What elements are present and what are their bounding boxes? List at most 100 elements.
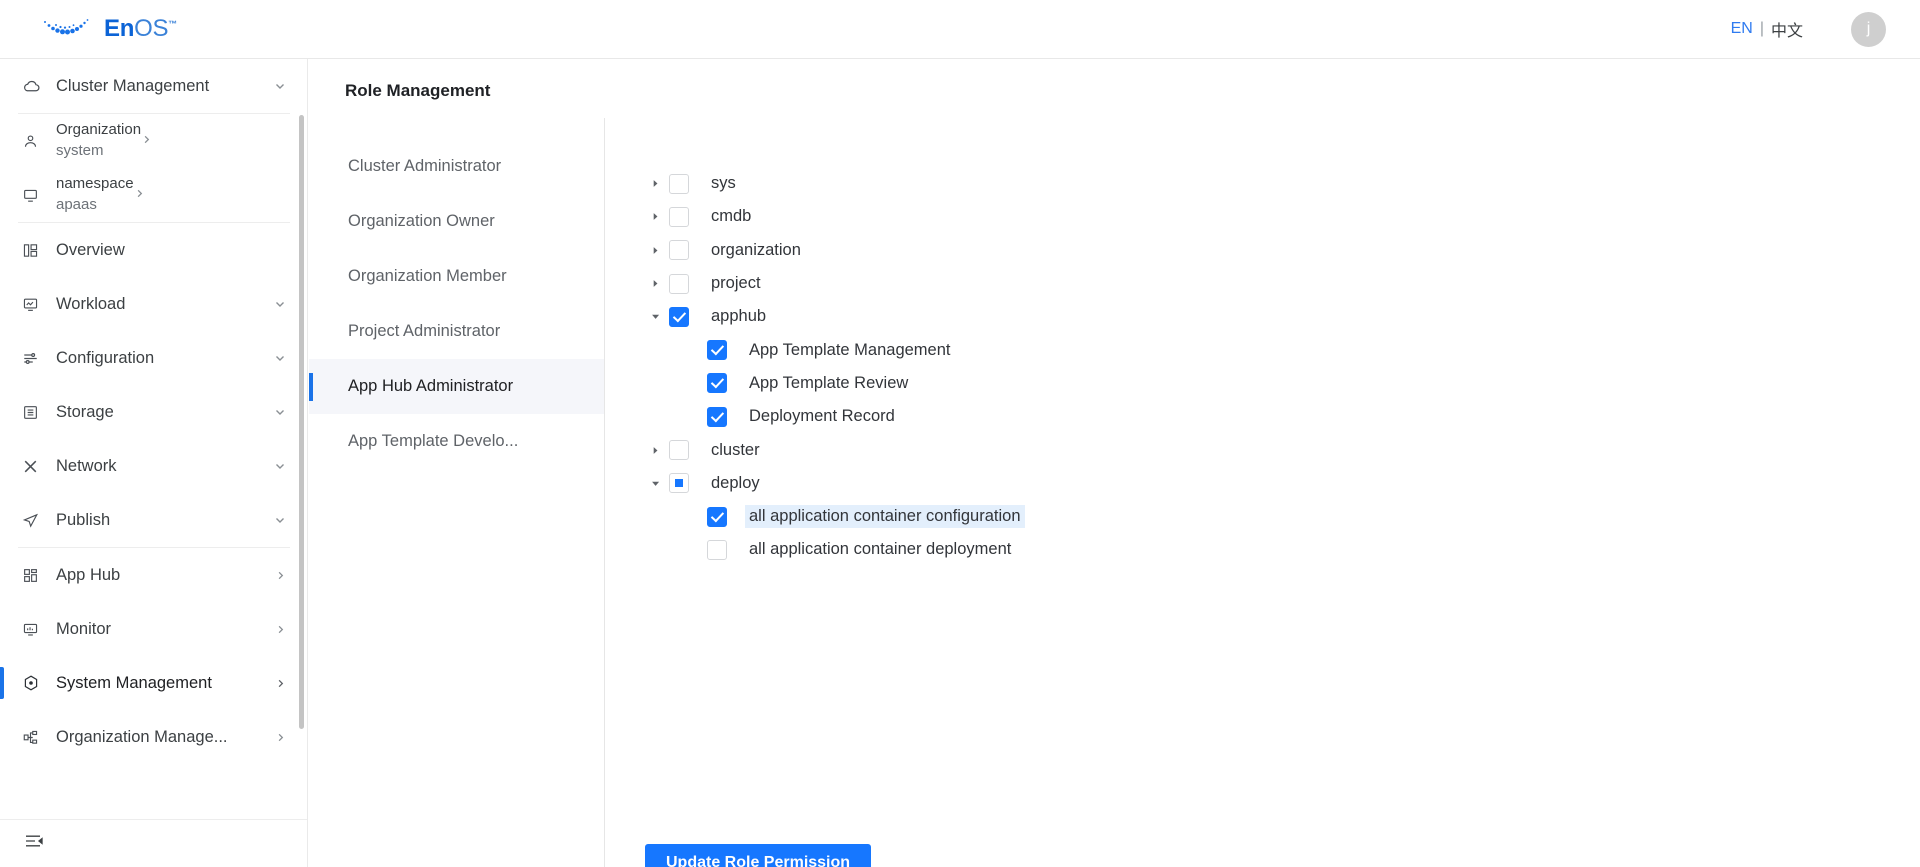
sidebar-item-publish[interactable]: Publish: [0, 493, 307, 547]
chevron-right-icon[interactable]: [645, 179, 665, 188]
sidebar-item-label: System Management: [56, 673, 212, 692]
chevron-right-icon[interactable]: [645, 212, 665, 221]
tree-node-cluster[interactable]: cluster: [645, 433, 1545, 466]
selected-indicator: [309, 373, 313, 401]
role-list-panel: Cluster Administrator Organization Owner…: [309, 118, 605, 867]
tree-checkbox-deploy[interactable]: [669, 473, 689, 494]
chevron-right-icon[interactable]: [645, 246, 665, 255]
role-item-project-administrator[interactable]: Project Administrator: [309, 304, 604, 359]
dashboard-icon: [22, 240, 48, 260]
tree-node-deploy[interactable]: deploy: [645, 467, 1545, 500]
brand-tm: ™: [168, 19, 177, 29]
chevron-down-icon[interactable]: [274, 514, 286, 526]
chevron-right-icon[interactable]: [134, 186, 145, 204]
sidebar-item-organization-management[interactable]: Organization Manage...: [0, 710, 307, 764]
tree-checkbox-app-template-review[interactable]: [707, 373, 727, 394]
monitor-chart-icon: [22, 619, 48, 639]
lang-en-link[interactable]: EN: [1731, 20, 1753, 38]
role-item-label: Project Administrator: [348, 322, 501, 340]
tree-node-label: project: [711, 274, 761, 293]
sidebar-item-network[interactable]: Network: [0, 439, 307, 493]
network-icon: [22, 456, 48, 476]
role-item-cluster-administrator[interactable]: Cluster Administrator: [309, 139, 604, 194]
lang-zh-link[interactable]: 中文: [1771, 17, 1803, 41]
cloud-icon: [22, 76, 48, 96]
top-bar-right: EN | 中文 j: [1731, 11, 1886, 47]
chevron-right-icon[interactable]: [275, 732, 286, 743]
tree-node-label: sys: [711, 174, 736, 193]
tree-node-all-application-container-deployment[interactable]: all application container deployment: [645, 533, 1545, 566]
tree-node-label: organization: [711, 240, 801, 259]
tree-node-apphub[interactable]: apphub: [645, 300, 1545, 333]
chevron-down-icon[interactable]: [274, 460, 286, 472]
tree-node-organization[interactable]: organization: [645, 234, 1545, 267]
enos-swoosh-icon: [44, 19, 89, 35]
role-item-label: Organization Member: [348, 267, 507, 285]
sidebar-organization-stack: Organization system: [56, 120, 141, 161]
chevron-down-icon[interactable]: [645, 312, 665, 321]
sidebar-collapse-bar[interactable]: [0, 819, 307, 867]
role-item-app-template-developer[interactable]: App Template Develo...: [309, 414, 604, 469]
chevron-right-icon[interactable]: [275, 678, 286, 689]
chevron-right-icon[interactable]: [141, 132, 152, 150]
brand-logo[interactable]: EnOS™: [40, 16, 177, 42]
role-item-label: App Template Develo...: [348, 432, 519, 450]
sidebar-header-cluster-management[interactable]: Cluster Management: [0, 59, 307, 113]
chevron-right-icon[interactable]: [275, 570, 286, 581]
tree-checkbox-project[interactable]: [669, 273, 689, 294]
tree-checkbox-cluster[interactable]: [669, 440, 689, 461]
sidebar-item-system-management[interactable]: System Management: [0, 656, 307, 710]
brand-en: En: [104, 15, 135, 42]
role-item-app-hub-administrator[interactable]: App Hub Administrator: [309, 359, 604, 414]
tree-node-label: App Template Review: [749, 373, 909, 392]
tree-checkbox-app-template-management[interactable]: [707, 340, 727, 361]
tree-node-cmdb[interactable]: cmdb: [645, 200, 1545, 233]
sidebar-scrollbar[interactable]: [299, 115, 304, 729]
tree-checkbox-all-application-container-configuration[interactable]: [707, 506, 727, 527]
tree-node-sys[interactable]: sys: [645, 167, 1545, 200]
chevron-down-icon[interactable]: [274, 352, 286, 364]
sidebar-item-workload[interactable]: Workload: [0, 277, 307, 331]
sidebar-item-namespace[interactable]: namespace apaas: [0, 168, 307, 222]
chevron-down-icon[interactable]: [274, 298, 286, 310]
tree-node-project[interactable]: project: [645, 267, 1545, 300]
active-indicator: [0, 667, 4, 699]
role-item-organization-member[interactable]: Organization Member: [309, 249, 604, 304]
tree-node-label: apphub: [711, 307, 767, 326]
sidebar-item-monitor[interactable]: Monitor: [0, 602, 307, 656]
tree-checkbox-all-application-container-deployment[interactable]: [707, 539, 727, 560]
avatar[interactable]: j: [1851, 11, 1886, 47]
chevron-down-icon[interactable]: [274, 406, 286, 418]
role-item-organization-owner[interactable]: Organization Owner: [309, 194, 604, 249]
sidebar-organization-title: Organization: [56, 121, 142, 139]
chevron-right-icon[interactable]: [275, 624, 286, 635]
language-switcher[interactable]: EN | 中文: [1731, 17, 1803, 41]
tree-node-app-template-management[interactable]: App Template Management: [645, 333, 1545, 366]
tree-checkbox-sys[interactable]: [669, 173, 689, 194]
chevron-right-icon[interactable]: [645, 279, 665, 288]
tree-checkbox-apphub[interactable]: [669, 306, 689, 327]
permission-tree: sys cmdb organization project apphub App…: [645, 167, 1545, 567]
collapse-sidebar-icon[interactable]: [24, 832, 44, 855]
tree-node-label: all application container deployment: [749, 540, 1012, 559]
sidebar-item-overview[interactable]: Overview: [0, 223, 307, 277]
page-title: Role Management: [345, 81, 491, 100]
sidebar-item-configuration[interactable]: Configuration: [0, 331, 307, 385]
chevron-down-icon[interactable]: [274, 80, 286, 92]
sidebar-item-storage[interactable]: Storage: [0, 385, 307, 439]
tree-node-label: all application container configuration: [745, 505, 1025, 529]
tree-node-deployment-record[interactable]: Deployment Record: [645, 400, 1545, 433]
sidebar-item-label: Workload: [56, 294, 126, 313]
update-role-permission-button[interactable]: Update Role Permission: [645, 844, 872, 867]
chevron-down-icon[interactable]: [645, 479, 665, 488]
sidebar-item-organization[interactable]: Organization system: [0, 114, 307, 168]
tree-checkbox-organization[interactable]: [669, 240, 689, 261]
tree-node-label: deploy: [711, 473, 760, 492]
tree-checkbox-deployment-record[interactable]: [707, 406, 727, 427]
tree-checkbox-cmdb[interactable]: [669, 206, 689, 227]
tree-node-app-template-review[interactable]: App Template Review: [645, 367, 1545, 400]
chevron-right-icon[interactable]: [645, 446, 665, 455]
sidebar-item-app-hub[interactable]: App Hub: [0, 548, 307, 602]
monitor-icon: [22, 187, 48, 204]
tree-node-all-application-container-configuration[interactable]: all application container configuration: [645, 500, 1545, 533]
